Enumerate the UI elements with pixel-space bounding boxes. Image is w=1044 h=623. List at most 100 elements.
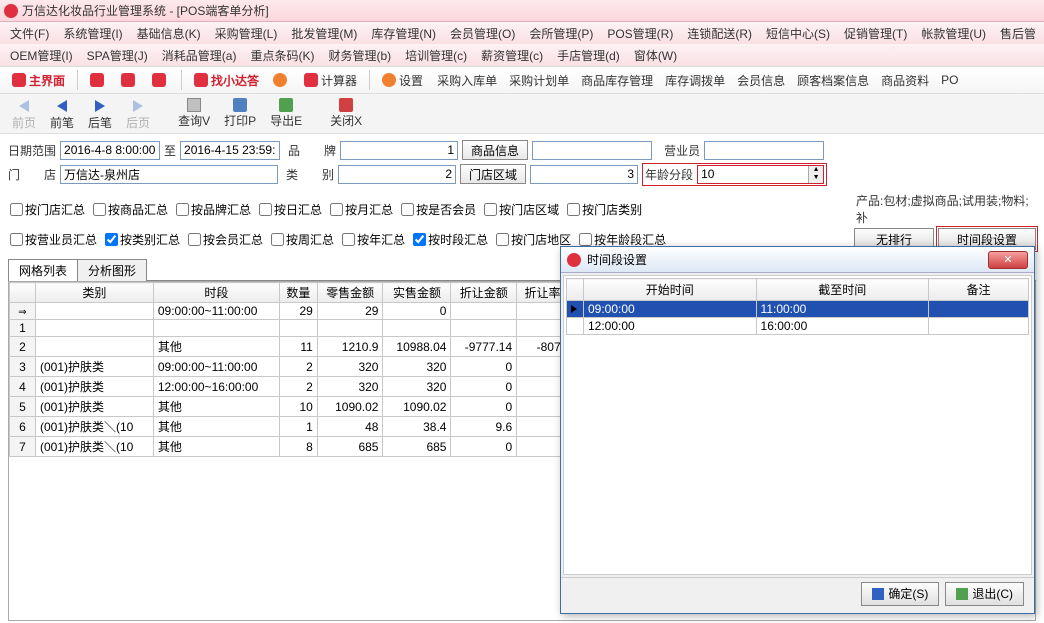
checkbox-input[interactable] [271,233,284,246]
grid-header[interactable]: 时段 [153,283,279,303]
main-panel-button[interactable]: 主界面 [6,70,71,91]
print-button[interactable]: 打印P [218,96,262,131]
store-input[interactable] [60,165,278,184]
spin-up-icon[interactable]: ▲ [809,166,823,175]
menu-item[interactable]: 薪资管理(c) [475,45,549,66]
checkbox-input[interactable] [188,233,201,246]
last-page-button[interactable]: 后页 [120,96,156,133]
table-row[interactable]: 7(001)护肤类＼(10其他86856850 [10,437,569,457]
summary-checkbox[interactable]: 按月汇总 [328,201,395,218]
summary-checkbox[interactable]: 按品牌汇总 [174,201,253,218]
menu-item[interactable]: 会员管理(O) [444,23,521,44]
grid-header[interactable]: 类别 [36,283,154,303]
menu-item[interactable]: 售后管 [994,23,1042,44]
store-area-button[interactable]: 门店区域 [460,164,526,184]
next-record-button[interactable]: 后笔 [82,96,118,133]
dialog-grid-header[interactable]: 开始时间 [584,279,757,301]
tab-chart[interactable]: 分析图形 [77,259,147,281]
summary-checkbox[interactable]: 按日汇总 [257,201,324,218]
toolbar-shortcut[interactable]: 采购入库单 [431,70,503,91]
summary-checkbox[interactable]: 按门店类别 [565,201,644,218]
checkbox-input[interactable] [342,233,355,246]
checkbox-input[interactable] [176,203,189,216]
dialog-row[interactable]: 09:00:0011:00:00 [567,301,1029,318]
tb1-icon-home[interactable] [267,71,296,89]
menu-item[interactable]: 采购管理(L) [209,23,284,44]
menu-item[interactable]: 会所管理(P) [523,23,599,44]
summary-checkbox[interactable]: 按门店区域 [482,201,561,218]
menu-item[interactable]: OEM管理(I) [4,45,79,66]
summary-checkbox[interactable]: 按年龄段汇总 [577,231,668,248]
checkbox-input[interactable] [401,203,414,216]
menu-item[interactable]: 消耗品管理(a) [156,45,243,66]
toolbar-shortcut[interactable]: 商品资料 [875,70,935,91]
summary-checkbox[interactable]: 按营业员汇总 [8,231,99,248]
checkbox-input[interactable] [579,233,592,246]
dialog-titlebar[interactable]: 时间段设置 ✕ [561,247,1034,273]
menu-item[interactable]: 培训管理(c) [399,45,473,66]
store-area-input[interactable] [530,165,638,184]
sales-input[interactable] [704,141,824,160]
dialog-cell[interactable] [929,301,1029,318]
dialog-cell[interactable]: 11:00:00 [756,301,929,318]
checkbox-input[interactable] [105,233,118,246]
dialog-ok-button[interactable]: 确定(S) [861,582,939,606]
toolbar-shortcut[interactable]: PO [935,70,964,91]
grid-header[interactable]: 实售金额 [383,283,451,303]
menu-item[interactable]: 短信中心(S) [760,23,836,44]
checkbox-input[interactable] [259,203,272,216]
export-button[interactable]: 导出E [264,96,308,131]
grid-header[interactable]: 折让金额 [451,283,517,303]
spin-down-icon[interactable]: ▼ [809,174,823,183]
find-assistant-button[interactable]: 找小达答 [188,70,265,91]
grid-header[interactable]: 零售金额 [317,283,383,303]
checkbox-input[interactable] [10,203,23,216]
toolbar-shortcut[interactable]: 采购计划单 [503,70,575,91]
menu-item[interactable]: 财务管理(b) [322,45,397,66]
menu-item[interactable]: 手店管理(d) [551,45,626,66]
age-segment-input[interactable] [698,166,808,183]
summary-checkbox[interactable]: 按门店汇总 [8,201,87,218]
menu-item[interactable]: 连锁配送(R) [681,23,758,44]
dialog-row[interactable]: 12:00:0016:00:00 [567,318,1029,335]
menu-item[interactable]: 基础信息(K) [131,23,207,44]
brand-input[interactable] [340,141,458,160]
tb1-icon-3[interactable] [146,71,175,89]
summary-checkbox[interactable]: 按时段汇总 [411,231,490,248]
date-to-input[interactable] [180,141,280,160]
summary-checkbox[interactable]: 按周汇总 [269,231,336,248]
tab-grid[interactable]: 网格列表 [8,259,78,281]
dialog-cell[interactable] [929,318,1029,335]
summary-checkbox[interactable]: 按是否会员 [399,201,478,218]
table-row[interactable]: 3(001)护肤类09:00:00~11:00:0023203200 [10,357,569,377]
menu-item[interactable]: 库存管理(N) [365,23,442,44]
tb1-icon-1[interactable] [84,71,113,89]
date-from-input[interactable] [60,141,160,160]
dialog-grid-header[interactable]: 备注 [929,279,1029,301]
menu-item[interactable]: 帐款管理(U) [915,23,992,44]
grid-header[interactable] [10,283,36,303]
summary-checkbox[interactable]: 按会员汇总 [186,231,265,248]
checkbox-input[interactable] [93,203,106,216]
category-input[interactable] [338,165,456,184]
tb1-icon-2[interactable] [115,71,144,89]
product-info-button[interactable]: 商品信息 [462,140,528,160]
checkbox-input[interactable] [10,233,23,246]
product-info-input[interactable] [532,141,652,160]
table-row[interactable]: 4(001)护肤类12:00:00~16:00:0023203200 [10,377,569,397]
checkbox-input[interactable] [413,233,426,246]
checkbox-input[interactable] [567,203,580,216]
calculator-button[interactable]: 计算器 [298,70,363,91]
menu-item[interactable]: POS管理(R) [601,23,679,44]
prev-record-button[interactable]: 前笔 [44,96,80,133]
summary-checkbox[interactable]: 按门店地区 [494,231,573,248]
dialog-close-button[interactable]: ✕ [988,251,1028,269]
table-row[interactable]: 1 [10,320,569,337]
table-row[interactable]: 2其他111210.910988.04-9777.14-807. [10,337,569,357]
checkbox-input[interactable] [496,233,509,246]
menu-item[interactable]: 重点条码(K) [244,45,320,66]
table-row[interactable]: ⇒09:00:00~11:00:0029290 [10,303,569,320]
dialog-grid[interactable]: 开始时间截至时间备注 09:00:0011:00:0012:00:0016:00… [566,278,1029,335]
dialog-cell[interactable]: 12:00:00 [584,318,757,335]
settings-button[interactable]: 设置 [376,70,429,91]
